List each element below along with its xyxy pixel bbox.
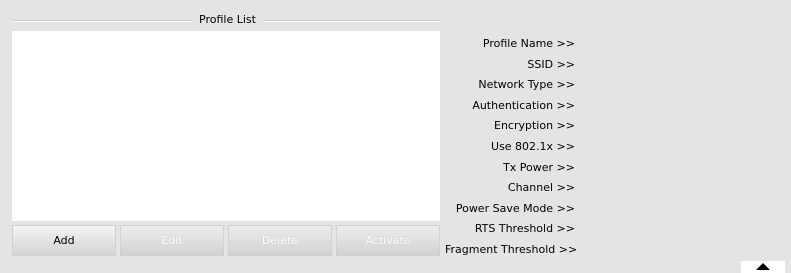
profile-list[interactable]: [12, 31, 440, 221]
delete-button[interactable]: Delete: [228, 225, 332, 256]
use-8021x-label: Use 802.1x >>: [491, 139, 575, 153]
encryption-label: Encryption >>: [494, 119, 575, 133]
ssid-label: SSID >>: [527, 57, 575, 71]
channel-label: Channel >>: [507, 181, 575, 195]
fragment-threshold-label: Fragment Threshold >>: [445, 242, 578, 256]
authentication-label: Authentication >>: [472, 98, 575, 112]
activate-button[interactable]: Activate: [336, 225, 440, 256]
group-divider-left: [12, 20, 192, 22]
tx-power-label: Tx Power >>: [503, 160, 575, 174]
chevron-up-icon: [756, 263, 770, 270]
profile-details: Profile Name >> SSID >> Network Type >> …: [445, 34, 578, 261]
profile-name-label: Profile Name >>: [482, 37, 575, 50]
network-type-label: Network Type >>: [478, 78, 575, 92]
edit-button[interactable]: Edit: [120, 225, 224, 256]
collapse-button[interactable]: [741, 261, 785, 273]
group-divider-right: [263, 20, 441, 22]
rts-threshold-label: RTS Threshold >>: [474, 222, 575, 236]
power-save-mode-label: Power Save Mode >>: [455, 201, 575, 215]
profile-list-title: Profile List: [199, 13, 256, 26]
add-button[interactable]: Add: [12, 225, 116, 256]
